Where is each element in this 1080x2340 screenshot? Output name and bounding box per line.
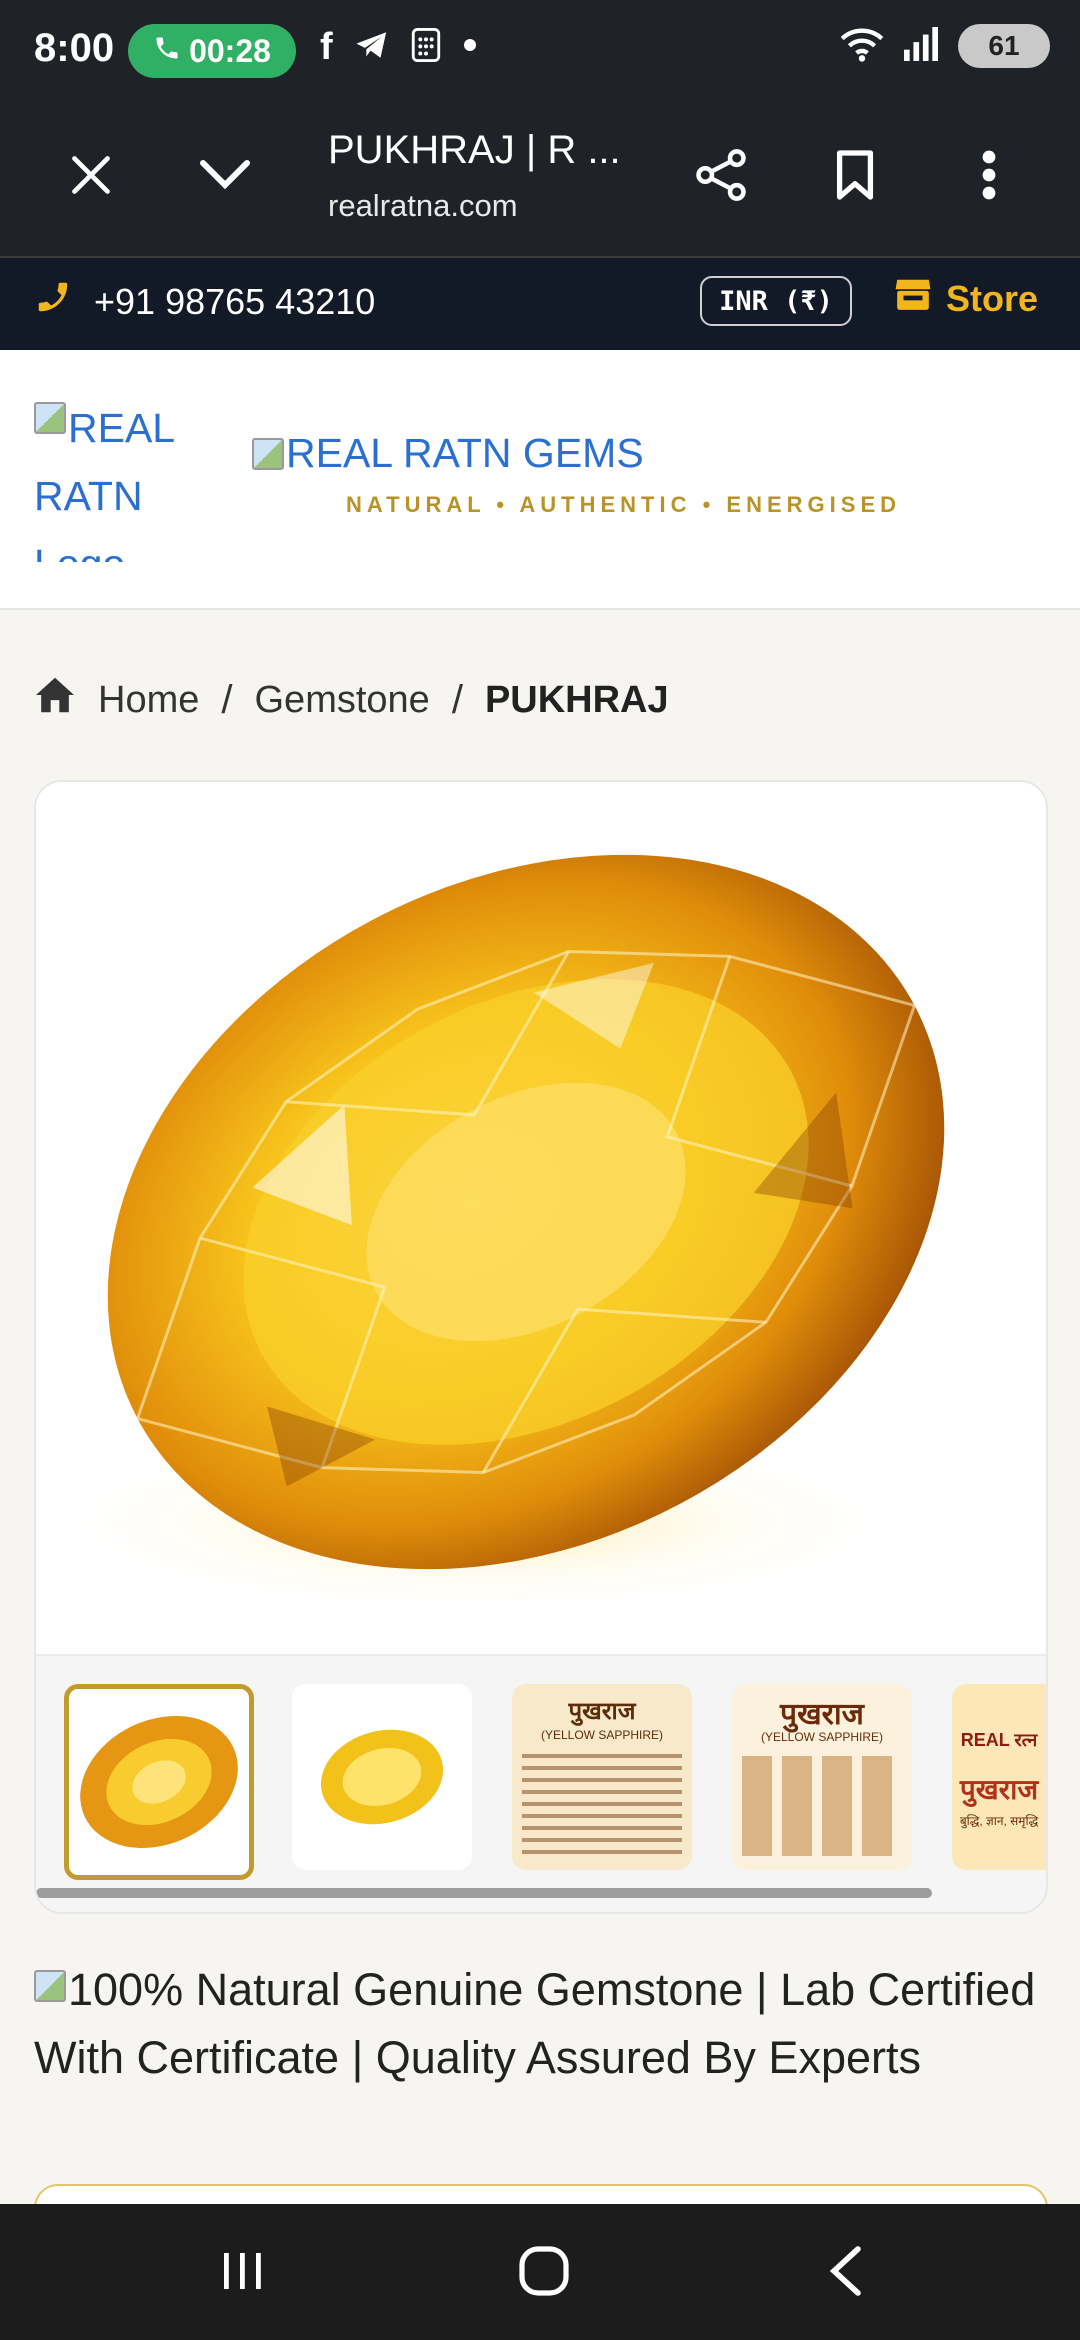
call-indicator[interactable]: 00:28 — [128, 24, 296, 78]
store-link[interactable]: Store — [894, 276, 1038, 321]
thumbnail-3-subtitle: (YELLOW SAPPHIRE) — [540, 1728, 664, 1742]
share-button[interactable] — [676, 132, 766, 222]
broken-image-icon — [34, 402, 66, 434]
breadcrumb-separator: / — [451, 677, 463, 722]
phone-call-icon — [153, 33, 181, 70]
thumbnail-3-text-block — [522, 1754, 682, 1854]
thumbnail-3-title: पुखराज — [568, 1698, 636, 1725]
thumbnail-1[interactable] — [64, 1684, 254, 1880]
thumbnail-5-title: पुखराज — [959, 1774, 1039, 1805]
thumbnail-4-title: पुखराज — [780, 1698, 864, 1731]
recent-apps-icon — [218, 2249, 266, 2298]
home-button[interactable] — [484, 2228, 604, 2318]
site-logo[interactable]: REAL RATN Logo — [34, 394, 194, 562]
product-badge-text: 100% Natural Genuine Gemstone | Lab Cert… — [34, 1964, 1036, 2083]
page-domain[interactable]: realratna.com — [328, 188, 518, 224]
currency-selector[interactable]: INR (₹) — [700, 276, 852, 326]
thumbnail-scrollbar[interactable] — [36, 1888, 932, 1898]
thumbnail-strip[interactable]: पुखराज (YELLOW SAPPHIRE) पुखराज (YELLOW … — [36, 1654, 1046, 1912]
bookmark-button[interactable] — [810, 132, 900, 222]
thumbnail-2[interactable] — [292, 1684, 472, 1870]
thumbnail-5-subtitle: बुद्धि, ज्ञान, समृद्धि — [959, 1814, 1039, 1828]
back-chevron-icon — [828, 2245, 864, 2302]
status-time: 8:00 — [34, 26, 115, 70]
brand-tagline: NATURAL • AUTHENTIC • ENERGISED — [346, 492, 902, 517]
phone-link[interactable]: +91 98765 43210 — [34, 278, 375, 325]
bookmark-icon — [833, 148, 877, 207]
thumbnail-4-grid — [742, 1756, 902, 1856]
phone-number: +91 98765 43210 — [94, 280, 376, 322]
notification-icons: f — [320, 26, 477, 69]
recent-apps-button[interactable] — [182, 2228, 302, 2318]
dot-icon — [463, 38, 477, 57]
telegram-icon — [355, 30, 389, 65]
product-gallery: पुखराज (YELLOW SAPPHIRE) पुखराज (YELLOW … — [34, 780, 1048, 1914]
battery-indicator: 61 — [958, 24, 1050, 68]
product-badge: 100% Natural Genuine Gemstone | Lab Cert… — [34, 1956, 1044, 2092]
home-icon[interactable] — [34, 676, 76, 724]
more-vert-icon — [981, 149, 997, 206]
share-icon — [694, 148, 748, 207]
thumbnail-4-subtitle: (YELLOW SAPPHIRE) — [760, 1730, 884, 1744]
thumbnail-5-brand: REAL रत्न — [960, 1730, 1038, 1750]
collapse-button[interactable] — [180, 132, 270, 222]
close-icon — [69, 153, 113, 202]
breadcrumb-current: PUKHRAJ — [484, 678, 669, 721]
breadcrumb-separator: / — [221, 677, 233, 722]
home-circle-icon — [518, 2245, 570, 2302]
chevron-down-icon — [199, 157, 251, 198]
system-status-icons: 61 — [840, 24, 1050, 68]
breadcrumb-category[interactable]: Gemstone — [255, 679, 430, 722]
brand-alt-text: REAL RATN GEMS — [286, 430, 644, 476]
more-options-button[interactable] — [944, 132, 1034, 222]
brand-logo[interactable]: REAL RATN GEMS — [252, 430, 644, 477]
phone-icon — [34, 278, 72, 325]
battery-level: 61 — [988, 30, 1020, 61]
thumbnail-3[interactable]: पुखराज (YELLOW SAPPHIRE) — [512, 1684, 692, 1870]
store-icon — [894, 276, 932, 321]
main-product-image[interactable] — [36, 782, 1046, 1654]
call-timer: 00:28 — [189, 32, 271, 69]
back-button[interactable] — [786, 2228, 906, 2318]
wifi-icon — [840, 26, 884, 67]
breadcrumb-home[interactable]: Home — [98, 679, 199, 722]
store-label: Store — [946, 277, 1039, 319]
broken-image-icon — [252, 438, 284, 470]
calculator-icon — [411, 28, 441, 67]
facebook-icon: f — [320, 26, 333, 68]
thumbnail-2-image — [320, 1729, 444, 1825]
breadcrumb: Home / Gemstone / PUKHRAJ — [34, 676, 669, 724]
thumbnail-5[interactable]: REAL रत्न पुखराज बुद्धि, ज्ञान, समृद्धि — [952, 1684, 1046, 1870]
thumbnail-1-image — [80, 1715, 238, 1849]
page-title[interactable]: PUKHRAJ | R ... — [328, 128, 621, 173]
browser-toolbar — [0, 100, 1080, 258]
thumbnail-4[interactable]: पुखराज (YELLOW SAPPHIRE) — [732, 1684, 912, 1870]
signal-icon — [902, 26, 940, 66]
broken-image-icon — [34, 1970, 66, 2002]
close-tab-button[interactable] — [46, 132, 136, 222]
